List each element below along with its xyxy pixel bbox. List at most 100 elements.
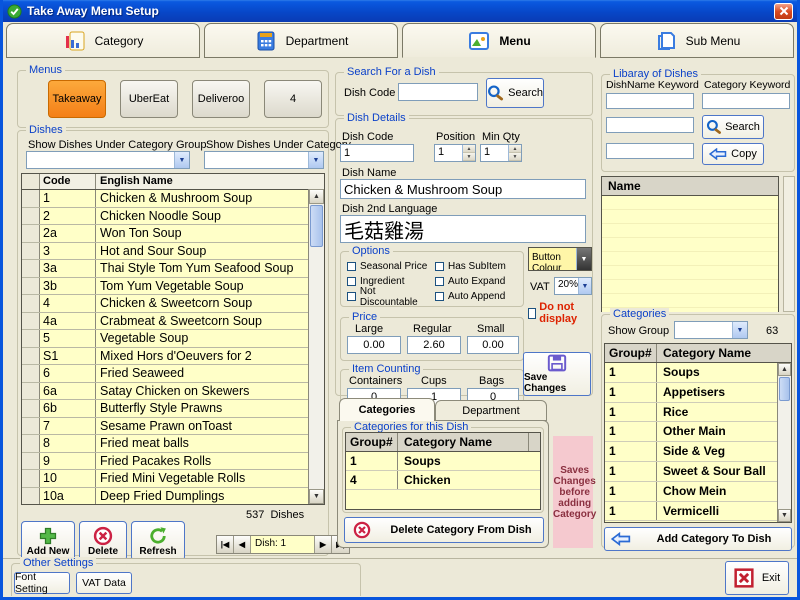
table-row[interactable]: 1 Chicken & Mushroom Soup: [22, 190, 308, 208]
option-checkbox-row[interactable]: Auto Expand: [435, 274, 523, 289]
tab-category[interactable]: Category: [6, 23, 200, 58]
refresh-button[interactable]: Refresh: [131, 521, 185, 561]
checkbox-unchecked-icon[interactable]: [347, 262, 356, 271]
next-record-icon[interactable]: ▶: [315, 536, 332, 553]
font-setting-button[interactable]: Font Setting: [14, 572, 70, 594]
checkbox-unchecked-icon[interactable]: [347, 292, 356, 301]
table-row[interactable]: 10a Deep Fried Dumplings: [22, 488, 308, 505]
chevron-down-icon[interactable]: ▼: [308, 152, 323, 168]
tab-dish-categories[interactable]: Categories: [339, 398, 435, 421]
scroll-down-icon[interactable]: ▼: [778, 509, 791, 522]
exit-button[interactable]: Exit: [725, 561, 789, 595]
stepper-arrows[interactable]: ▲▼: [508, 145, 521, 161]
table-row[interactable]: 4a Crabmeat & Sweetcorn Soup: [22, 313, 308, 331]
table-row[interactable]: 4 Chicken: [346, 471, 540, 490]
search-dish-code-input[interactable]: [398, 83, 478, 101]
copy-button[interactable]: Copy: [702, 143, 764, 165]
menu-button-deliveroo[interactable]: Deliveroo: [192, 80, 250, 118]
scrollbar-thumb[interactable]: [779, 377, 790, 401]
category-group-filter-select[interactable]: ▼: [26, 151, 190, 169]
chevron-down-icon[interactable]: ▼: [578, 278, 591, 294]
dish-name-input[interactable]: [340, 179, 586, 199]
menu-button-4[interactable]: 4: [264, 80, 322, 118]
menu-button-takeaway[interactable]: Takeaway: [48, 80, 106, 118]
table-row[interactable]: 1 Side & Veg: [605, 442, 777, 462]
first-record-icon[interactable]: |◀: [217, 536, 234, 553]
table-row[interactable]: 6b Butterfly Style Prawns: [22, 400, 308, 418]
tab-menu[interactable]: Menu: [402, 23, 596, 58]
close-button[interactable]: [774, 3, 793, 20]
position-stepper[interactable]: 1 ▲▼: [434, 144, 476, 162]
table-row[interactable]: 7 Sesame Prawn onToast: [22, 418, 308, 436]
option-checkbox-row[interactable]: Auto Append: [435, 289, 523, 304]
save-changes-button[interactable]: Save Changes: [523, 352, 591, 396]
second-language-input[interactable]: [340, 215, 586, 243]
option-checkbox-row[interactable]: Seasonal Price: [347, 259, 435, 274]
table-row[interactable]: 3a Thai Style Tom Yum Seafood Soup: [22, 260, 308, 278]
table-row[interactable]: 1 Sweet & Sour Ball: [605, 462, 777, 482]
price-large-input[interactable]: [347, 336, 401, 354]
table-row[interactable]: 5 Vegetable Soup: [22, 330, 308, 348]
search-button[interactable]: Search: [486, 78, 544, 108]
dish-code-input[interactable]: [340, 144, 414, 162]
table-row[interactable]: 10 Fried Mini Vegetable Rolls: [22, 470, 308, 488]
step-down-icon[interactable]: ▼: [463, 153, 475, 161]
table-row[interactable]: 2a Won Ton Soup: [22, 225, 308, 243]
delete-category-from-dish-button[interactable]: Delete Category From Dish: [344, 517, 544, 543]
add-new-button[interactable]: Add New: [21, 521, 75, 561]
table-row[interactable]: 3b Tom Yum Vegetable Soup: [22, 278, 308, 296]
table-row[interactable]: 8 Fried meat balls: [22, 435, 308, 453]
do-not-display-checkbox-row[interactable]: Do not display: [528, 301, 592, 325]
stepper-arrows[interactable]: ▲▼: [462, 145, 475, 161]
menu-button-ubereat[interactable]: UberEat: [120, 80, 178, 118]
library-keyword-input-2[interactable]: [606, 117, 694, 133]
table-row[interactable]: 1 Soups: [605, 363, 777, 383]
checkbox-unchecked-icon[interactable]: [347, 277, 356, 286]
chevron-down-icon[interactable]: ▼: [174, 152, 189, 168]
show-group-select[interactable]: ▼: [674, 321, 748, 339]
categories-scrollbar[interactable]: ▲ ▼: [777, 363, 791, 522]
step-up-icon[interactable]: ▲: [509, 145, 521, 153]
tab-dish-department[interactable]: Department: [435, 400, 547, 421]
previous-record-icon[interactable]: ◀: [234, 536, 251, 553]
name-list-body[interactable]: [602, 196, 778, 312]
tab-sub-menu[interactable]: Sub Menu: [600, 23, 794, 58]
table-row[interactable]: 6 Fried Seaweed: [22, 365, 308, 383]
chevron-down-icon[interactable]: ▼: [576, 248, 591, 270]
price-regular-input[interactable]: [407, 336, 461, 354]
add-category-to-dish-button[interactable]: Add Category To Dish: [604, 527, 792, 551]
delete-button[interactable]: Delete: [79, 521, 127, 561]
table-row[interactable]: 4 Chicken & Sweetcorn Soup: [22, 295, 308, 313]
chevron-down-icon[interactable]: ▼: [732, 322, 747, 338]
dishname-keyword-input[interactable]: [606, 93, 694, 109]
category-filter-select[interactable]: ▼: [204, 151, 324, 169]
table-row[interactable]: 6a Satay Chicken on Skewers: [22, 383, 308, 401]
table-row[interactable]: 2 Chicken Noodle Soup: [22, 208, 308, 226]
category-keyword-input[interactable]: [702, 93, 790, 109]
option-checkbox-row[interactable]: Has SubItem: [435, 259, 523, 274]
step-up-icon[interactable]: ▲: [463, 145, 475, 153]
checkbox-unchecked-icon[interactable]: [435, 262, 444, 271]
tab-department[interactable]: Department: [204, 23, 398, 58]
table-row[interactable]: 1 Appetisers: [605, 383, 777, 403]
step-down-icon[interactable]: ▼: [509, 153, 521, 161]
table-row[interactable]: 1 Other Main: [605, 422, 777, 442]
library-search-button[interactable]: Search: [702, 115, 764, 139]
table-row[interactable]: 9 Fried Pacakes Rolls: [22, 453, 308, 471]
dish-table-scrollbar[interactable]: ▲ ▼: [308, 189, 324, 504]
vat-select[interactable]: 20% ▼: [554, 277, 592, 295]
checkbox-unchecked-icon[interactable]: [435, 292, 444, 301]
table-row[interactable]: 1 Vermicelli: [605, 502, 777, 522]
option-checkbox-row[interactable]: Not Discountable: [347, 289, 435, 304]
checkbox-unchecked-icon[interactable]: [528, 308, 536, 319]
scroll-down-icon[interactable]: ▼: [309, 489, 324, 504]
table-row[interactable]: 1 Chow Mein: [605, 482, 777, 502]
table-row[interactable]: 1 Rice: [605, 403, 777, 423]
scroll-up-icon[interactable]: ▲: [309, 189, 324, 204]
checkbox-unchecked-icon[interactable]: [435, 277, 444, 286]
table-row[interactable]: 3 Hot and Sour Soup: [22, 243, 308, 261]
name-list-scrollbar[interactable]: [783, 176, 795, 312]
scrollbar-thumb[interactable]: [310, 205, 323, 247]
table-row[interactable]: 1 Soups: [346, 452, 540, 471]
library-keyword-input-3[interactable]: [606, 143, 694, 159]
